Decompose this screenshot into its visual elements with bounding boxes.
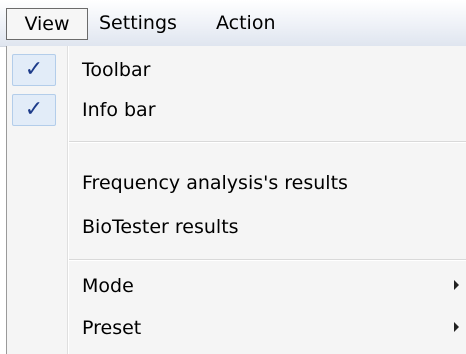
view-dropdown-menu: ✓ Toolbar ✓ Info bar Frequency analysis'…	[6, 46, 466, 354]
menu-separator	[69, 259, 466, 261]
menu-settings[interactable]: Settings	[99, 8, 177, 39]
menu-view[interactable]: View	[6, 8, 88, 40]
menu-item-label: Info bar	[82, 99, 156, 121]
check-icon: ✓	[12, 94, 56, 126]
check-icon: ✓	[12, 54, 56, 86]
menu-item-label: Toolbar	[82, 59, 151, 81]
menu-action[interactable]: Action	[216, 8, 276, 39]
menu-item-label: Preset	[82, 317, 142, 339]
menu-item-mode[interactable]: Mode	[7, 266, 466, 306]
menu-bar: View Settings Action	[0, 0, 466, 47]
menu-item-label: Mode	[82, 275, 134, 297]
submenu-arrow-icon	[454, 322, 459, 332]
menu-item-toolbar[interactable]: ✓ Toolbar	[7, 50, 466, 90]
menu-item-frequency-analysis-results[interactable]: Frequency analysis's results	[7, 163, 466, 203]
menu-item-label: Frequency analysis's results	[82, 172, 348, 194]
menu-item-info-bar[interactable]: ✓ Info bar	[7, 90, 466, 130]
submenu-arrow-icon	[454, 280, 459, 290]
menu-item-label: BioTester results	[82, 216, 239, 238]
menu-item-preset[interactable]: Preset	[7, 308, 466, 348]
menu-separator	[69, 141, 466, 143]
menu-item-biotester-results[interactable]: BioTester results	[7, 207, 466, 247]
